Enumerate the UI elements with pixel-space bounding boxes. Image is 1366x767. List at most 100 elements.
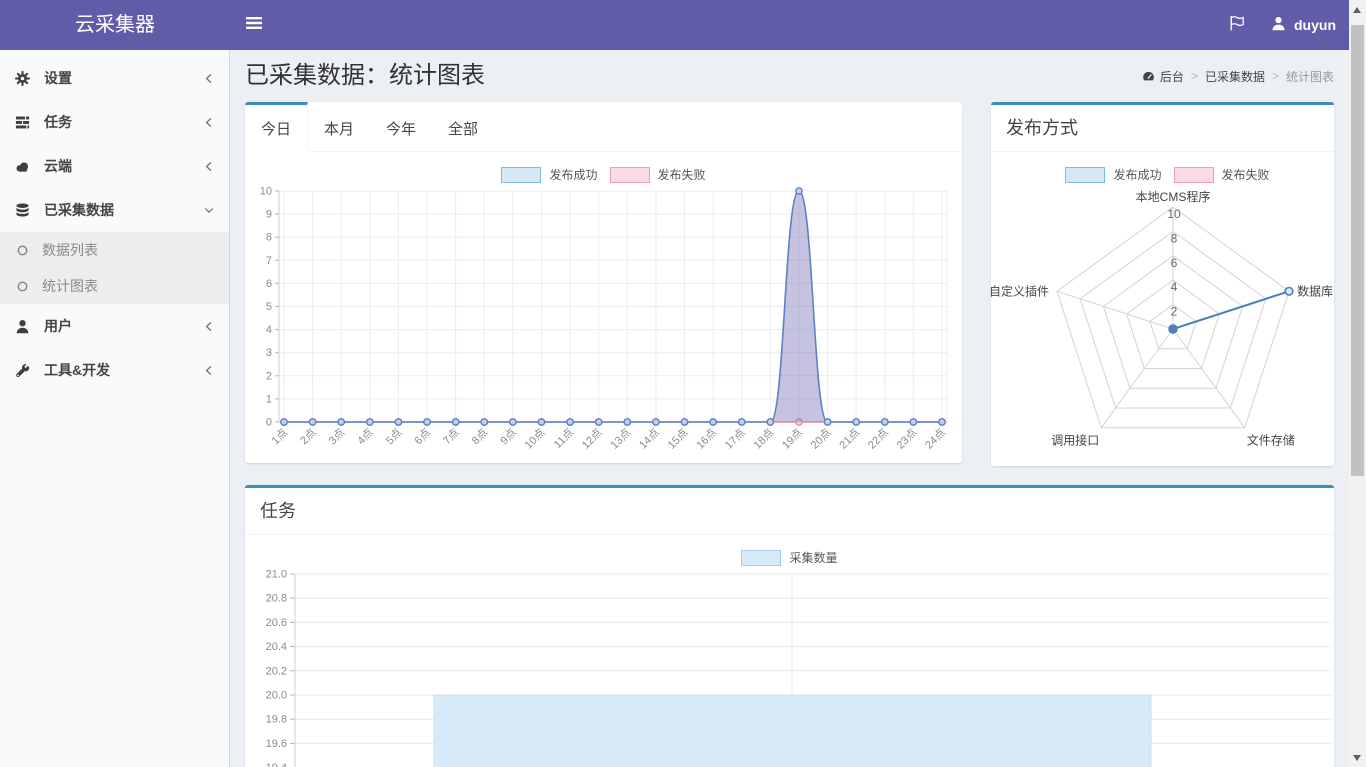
svg-text:4: 4: [266, 324, 272, 336]
chevron-down-icon: [204, 205, 214, 216]
breadcrumb-link[interactable]: 后台: [1142, 68, 1184, 85]
svg-text:10点: 10点: [522, 426, 548, 452]
svg-text:7点: 7点: [440, 426, 461, 447]
tab[interactable]: 全部: [432, 102, 494, 151]
svg-text:3点: 3点: [326, 426, 347, 447]
sidebar-item[interactable]: 已采集数据: [0, 188, 229, 232]
tasks-chart-body: 采集数量 21.020.820.620.420.220.019.819.619.…: [245, 535, 1334, 767]
legend-label: 发布成功: [549, 166, 597, 183]
tasks-title: 任务: [245, 488, 1334, 535]
svg-text:20.4: 20.4: [266, 641, 287, 653]
sidebar-item-label: 已采集数据: [44, 200, 204, 220]
svg-text:0: 0: [266, 417, 272, 429]
svg-text:8: 8: [266, 232, 272, 244]
content-header: 已采集数据：统计图表 后台已采集数据统计图表: [230, 50, 1349, 102]
legend-swatch: [1174, 167, 1214, 183]
legend-label: 发布失败: [1222, 166, 1270, 183]
tasks-bar-chart: 21.020.820.620.420.220.019.819.619.4: [255, 568, 1334, 767]
user-icon: [15, 319, 35, 334]
svg-text:3: 3: [266, 347, 272, 359]
svg-text:16点: 16点: [694, 426, 720, 452]
legend-label: 采集数量: [789, 549, 837, 566]
svg-text:5点: 5点: [383, 426, 404, 447]
svg-text:9: 9: [266, 209, 272, 221]
flag-icon: [1229, 15, 1245, 36]
main-content: 已采集数据：统计图表 后台已采集数据统计图表 今日本月今年全部 发布成功发布失败…: [230, 50, 1349, 767]
sidebar-item[interactable]: 云端: [0, 144, 229, 188]
svg-text:9点: 9点: [498, 426, 519, 447]
svg-text:20点: 20点: [808, 426, 834, 452]
legend-item: 发布失败: [610, 166, 706, 183]
legend-label: 发布成功: [1113, 166, 1161, 183]
topbar: 云采集器 duyun: [0, 0, 1366, 50]
user-menu-button[interactable]: duyun: [1271, 16, 1336, 34]
hamburger-icon: [246, 16, 262, 35]
sidebar-item[interactable]: 工具&开发: [0, 348, 229, 392]
tasks-chart-legend: 采集数量: [255, 549, 1324, 566]
sidebar-subitem[interactable]: 统计图表: [0, 268, 229, 304]
sidebar-item[interactable]: 设置: [0, 56, 229, 100]
app-brand[interactable]: 云采集器: [0, 0, 230, 50]
sidebar-item[interactable]: 任务: [0, 100, 229, 144]
svg-text:2: 2: [266, 370, 272, 382]
svg-text:20.6: 20.6: [266, 617, 287, 629]
tasks-icon: [15, 115, 35, 130]
svg-text:10: 10: [260, 186, 272, 198]
sidebar-toggle-button[interactable]: [230, 0, 278, 50]
breadcrumb-link[interactable]: 已采集数据: [1184, 68, 1265, 85]
svg-text:6: 6: [1171, 256, 1178, 270]
scrollbar-thumb[interactable]: [1351, 25, 1364, 476]
sidebar-item-label: 用户: [44, 316, 204, 336]
sidebar-menu: 设置任务云端已采集数据数据列表统计图表用户工具&开发: [0, 50, 229, 392]
sidebar-subitem-label: 数据列表: [42, 240, 98, 260]
svg-text:8点: 8点: [469, 426, 490, 447]
svg-text:2: 2: [1171, 305, 1178, 319]
svg-text:19.6: 19.6: [266, 738, 287, 750]
svg-text:2点: 2点: [297, 426, 318, 447]
svg-text:21.0: 21.0: [266, 569, 287, 581]
tab[interactable]: 今日: [245, 102, 308, 152]
scrollbar-down-arrow-icon[interactable]: [1353, 755, 1361, 761]
sidebar-item-label: 设置: [44, 68, 204, 88]
tab[interactable]: 今年: [370, 102, 432, 151]
wrench-icon: [15, 363, 35, 378]
svg-text:23点: 23点: [894, 426, 920, 452]
legend-label: 发布失败: [658, 166, 706, 183]
breadcrumb-label: 统计图表: [1286, 68, 1334, 85]
cloud-icon: [15, 159, 35, 174]
sidebar-submenu: 数据列表统计图表: [0, 232, 229, 304]
scrollbar-up-arrow-icon[interactable]: [1353, 7, 1361, 13]
svg-text:6: 6: [266, 278, 272, 290]
svg-text:14点: 14点: [636, 426, 662, 452]
tab[interactable]: 本月: [308, 102, 370, 151]
sidebar-item-label: 云端: [44, 156, 204, 176]
flag-menu-button[interactable]: [1229, 15, 1245, 36]
top-row: 今日本月今年全部 发布成功发布失败 0123456789101点2点3点4点5点…: [245, 102, 1334, 466]
svg-text:18点: 18点: [751, 426, 777, 452]
svg-text:20.8: 20.8: [266, 593, 287, 605]
svg-text:19.4: 19.4: [266, 762, 287, 767]
circle-icon: [16, 280, 34, 293]
svg-text:24点: 24点: [922, 426, 948, 452]
sidebar-subitem-label: 统计图表: [42, 276, 98, 296]
hourly-publish-chart: 0123456789101点2点3点4点5点6点7点8点9点10点11点12点1…: [255, 185, 952, 451]
svg-text:20.0: 20.0: [266, 690, 287, 702]
vertical-scrollbar[interactable]: [1349, 0, 1366, 767]
sidebar: 设置任务云端已采集数据数据列表统计图表用户工具&开发: [0, 50, 230, 767]
tasks-panel: 任务 采集数量 21.020.820.620.420.220.019.819.6…: [245, 485, 1334, 767]
topbar-spacer: [278, 0, 1229, 50]
svg-text:4点: 4点: [355, 426, 376, 447]
breadcrumb: 后台 已采集数据 统计图表: [1142, 68, 1334, 85]
svg-text:17点: 17点: [722, 426, 748, 452]
legend-item: 发布成功: [1065, 166, 1161, 183]
sidebar-item-label: 工具&开发: [44, 360, 204, 380]
legend-swatch: [610, 167, 650, 183]
sidebar-subitem[interactable]: 数据列表: [0, 232, 229, 268]
legend-swatch: [741, 550, 781, 566]
breadcrumb-label: 已采集数据: [1205, 68, 1265, 85]
sidebar-item[interactable]: 用户: [0, 304, 229, 348]
chevron-left-icon: [204, 117, 214, 128]
svg-text:12点: 12点: [579, 426, 605, 452]
gear-icon: [15, 71, 35, 86]
publish-method-radar-chart: 246810本地CMS程序数据库文件存储调用接口自定义插件: [1001, 185, 1334, 451]
